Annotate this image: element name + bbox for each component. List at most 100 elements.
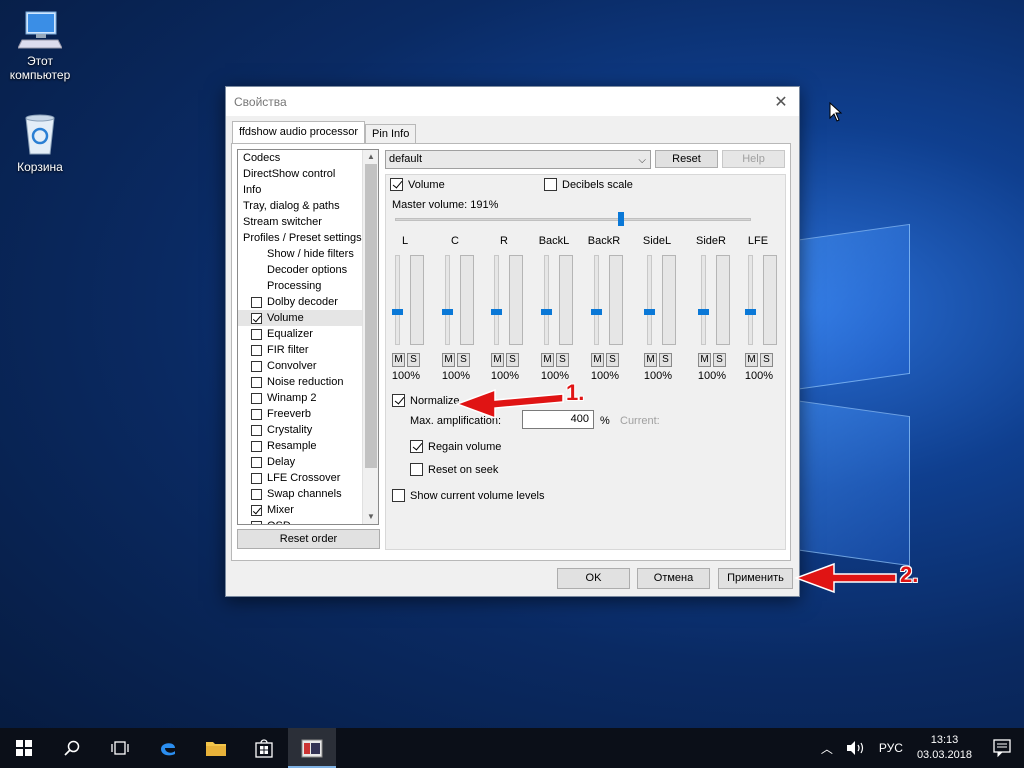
filter-list-item[interactable]: Mixer <box>238 502 378 518</box>
filter-enable-checkbox[interactable] <box>251 408 262 420</box>
filter-enable-checkbox[interactable] <box>251 504 262 516</box>
channel-slider-track[interactable] <box>594 255 599 345</box>
dialog-titlebar[interactable]: Свойства ✕ <box>226 87 799 116</box>
channel-slider-track[interactable] <box>544 255 549 345</box>
normalize-checkbox[interactable] <box>392 394 405 407</box>
chevron-up-icon[interactable]: ︿ <box>815 740 839 757</box>
channel-solo-button[interactable]: S <box>760 353 773 367</box>
channel-solo-button[interactable]: S <box>457 353 470 367</box>
help-button[interactable]: Help <box>722 150 785 168</box>
desktop-icon-recycle-bin[interactable]: Корзина <box>0 112 80 174</box>
cancel-button[interactable]: Отмена <box>637 568 710 589</box>
channel-slider-thumb[interactable] <box>745 309 756 315</box>
filter-enable-checkbox[interactable] <box>251 328 262 340</box>
channel-slider-track[interactable] <box>494 255 499 345</box>
filter-enable-checkbox[interactable] <box>251 360 262 372</box>
channel-mute-button[interactable]: M <box>591 353 604 367</box>
filter-enable-checkbox[interactable] <box>251 344 262 356</box>
filter-list-item[interactable]: Decoder options <box>238 262 378 278</box>
scroll-thumb[interactable] <box>365 164 377 468</box>
channel-solo-button[interactable]: S <box>556 353 569 367</box>
filter-list-item[interactable]: Noise reduction <box>238 374 378 390</box>
channel-slider-thumb[interactable] <box>541 309 552 315</box>
apply-button[interactable]: Применить <box>718 568 793 589</box>
channel-mute-button[interactable]: M <box>491 353 504 367</box>
channel-mute-button[interactable]: M <box>698 353 711 367</box>
store-button[interactable] <box>240 728 288 768</box>
filter-list-item[interactable]: Winamp 2 <box>238 390 378 406</box>
channel-solo-button[interactable]: S <box>606 353 619 367</box>
channel-slider-track[interactable] <box>445 255 450 345</box>
master-volume-slider-thumb[interactable] <box>618 212 624 226</box>
tab-pin-info[interactable]: Pin Info <box>365 124 417 143</box>
filter-list-item[interactable]: Profiles / Preset settings <box>238 230 378 246</box>
channel-slider-thumb[interactable] <box>442 309 453 315</box>
filter-list-item[interactable]: Delay <box>238 454 378 470</box>
channel-solo-button[interactable]: S <box>407 353 420 367</box>
channel-slider-thumb[interactable] <box>491 309 502 315</box>
filter-list-item[interactable]: Freeverb <box>238 406 378 422</box>
decibels-scale-checkbox[interactable] <box>544 178 557 191</box>
search-button[interactable] <box>48 728 96 768</box>
show-volume-levels-row[interactable]: Show current volume levels <box>392 489 545 502</box>
channel-mute-button[interactable]: M <box>541 353 554 367</box>
volume-checkbox-row[interactable]: Volume <box>390 178 445 191</box>
speaker-icon[interactable] <box>845 740 867 756</box>
master-volume-slider-track[interactable] <box>395 218 751 221</box>
channel-slider-thumb[interactable] <box>644 309 655 315</box>
filter-list-scrollbar[interactable]: ▲ ▼ <box>362 150 378 524</box>
channel-slider-thumb[interactable] <box>698 309 709 315</box>
ok-button[interactable]: OK <box>557 568 630 589</box>
start-button[interactable] <box>0 728 48 768</box>
filter-list-item[interactable]: Volume <box>238 310 378 326</box>
channel-solo-button[interactable]: S <box>506 353 519 367</box>
edge-browser-button[interactable] <box>144 728 192 768</box>
filter-list-item[interactable]: DirectShow control <box>238 166 378 182</box>
file-explorer-button[interactable] <box>192 728 240 768</box>
task-view-button[interactable] <box>96 728 144 768</box>
filter-enable-checkbox[interactable] <box>251 424 262 436</box>
channel-slider-track[interactable] <box>748 255 753 345</box>
filter-enable-checkbox[interactable] <box>251 312 262 324</box>
regain-volume-checkbox[interactable] <box>410 440 423 453</box>
channel-solo-button[interactable]: S <box>713 353 726 367</box>
filter-list-item[interactable]: Resample <box>238 438 378 454</box>
show-volume-levels-checkbox[interactable] <box>392 489 405 502</box>
volume-checkbox[interactable] <box>390 178 403 191</box>
filter-enable-checkbox[interactable] <box>251 520 262 524</box>
filter-enable-checkbox[interactable] <box>251 472 262 484</box>
filter-list-item[interactable]: LFE Crossover <box>238 470 378 486</box>
preset-select[interactable]: default ⌵ <box>385 150 651 169</box>
channel-mute-button[interactable]: M <box>392 353 405 367</box>
channel-mute-button[interactable]: M <box>644 353 657 367</box>
filter-list-item[interactable]: Equalizer <box>238 326 378 342</box>
channel-slider-track[interactable] <box>647 255 652 345</box>
channel-mute-button[interactable]: M <box>442 353 455 367</box>
channel-slider-track[interactable] <box>701 255 706 345</box>
filter-list-item[interactable]: Crystality <box>238 422 378 438</box>
filter-enable-checkbox[interactable] <box>251 456 262 468</box>
desktop-icon-this-pc[interactable]: Этот компьютер <box>0 10 80 82</box>
channel-slider-track[interactable] <box>395 255 400 345</box>
input-language-indicator[interactable]: РУС <box>873 741 909 755</box>
filter-enable-checkbox[interactable] <box>251 488 262 500</box>
scroll-up-icon[interactable]: ▲ <box>363 150 378 164</box>
scroll-down-icon[interactable]: ▼ <box>363 510 378 524</box>
filter-list-item[interactable]: Convolver <box>238 358 378 374</box>
filter-list-item[interactable]: Dolby decoder <box>238 294 378 310</box>
filter-list-item[interactable]: FIR filter <box>238 342 378 358</box>
ffdshow-app-button[interactable] <box>288 728 336 768</box>
clock[interactable]: 13:13 03.03.2018 <box>909 733 980 763</box>
filter-enable-checkbox[interactable] <box>251 440 262 452</box>
max-amplification-input[interactable]: 400 <box>522 410 594 429</box>
filter-enable-checkbox[interactable] <box>251 376 262 388</box>
filter-list-item[interactable]: Show / hide filters <box>238 246 378 262</box>
filter-enable-checkbox[interactable] <box>251 392 262 404</box>
filter-list-item[interactable]: OSD <box>238 518 378 524</box>
decibels-scale-row[interactable]: Decibels scale <box>544 178 633 191</box>
action-center-icon[interactable] <box>980 728 1024 768</box>
tab-ffdshow-audio-processor[interactable]: ffdshow audio processor <box>232 121 366 143</box>
channel-mute-button[interactable]: M <box>745 353 758 367</box>
filter-list-item[interactable]: Tray, dialog & paths <box>238 198 378 214</box>
channel-slider-thumb[interactable] <box>392 309 403 315</box>
